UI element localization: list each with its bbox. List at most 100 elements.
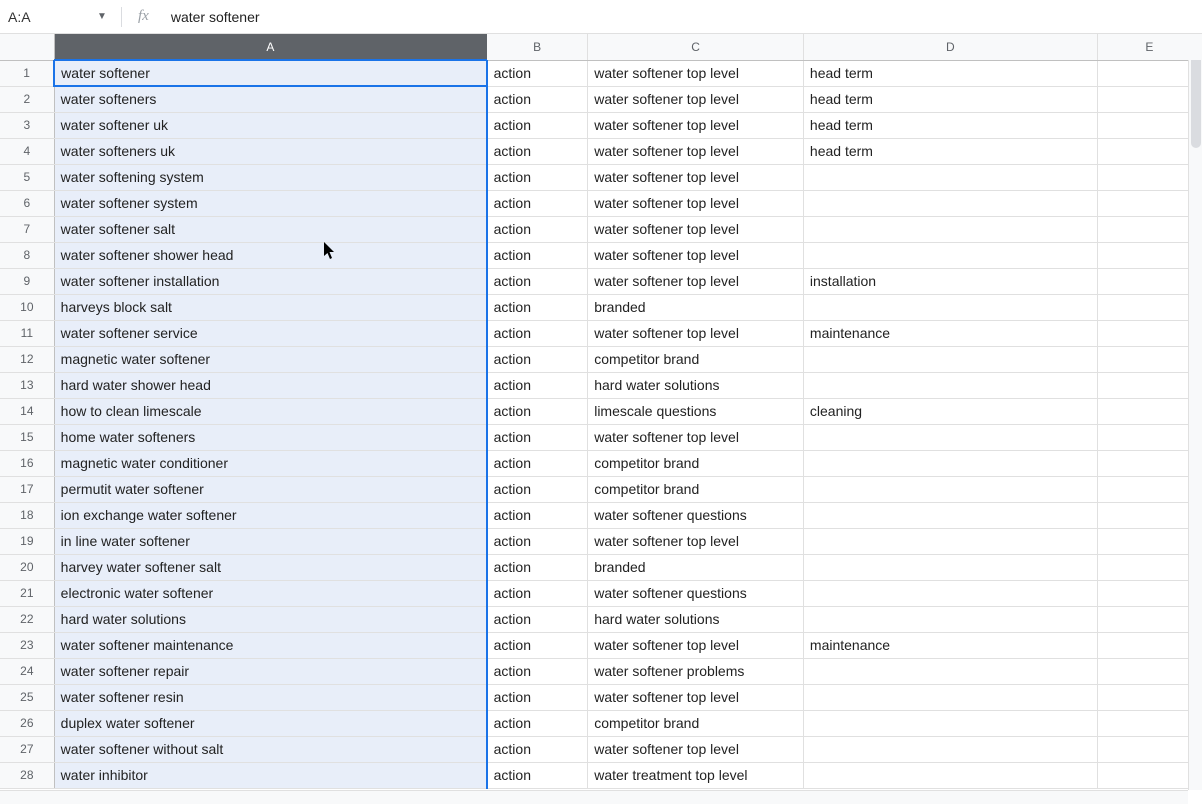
- row-header[interactable]: 16: [0, 450, 54, 476]
- cell[interactable]: [1097, 450, 1201, 476]
- cell[interactable]: action: [487, 190, 588, 216]
- cell[interactable]: limescale questions: [588, 398, 804, 424]
- cell[interactable]: [803, 684, 1097, 710]
- cell[interactable]: hard water solutions: [588, 372, 804, 398]
- cell[interactable]: water softener top level: [588, 684, 804, 710]
- name-box-dropdown-icon[interactable]: ▼: [95, 11, 115, 22]
- cell[interactable]: action: [487, 710, 588, 736]
- cell[interactable]: [803, 216, 1097, 242]
- cell[interactable]: water softener top level: [588, 164, 804, 190]
- row-header[interactable]: 9: [0, 268, 54, 294]
- cell[interactable]: water softener problems: [588, 658, 804, 684]
- cell[interactable]: competitor brand: [588, 450, 804, 476]
- cell[interactable]: water inhibitor: [54, 762, 486, 788]
- row-header[interactable]: 13: [0, 372, 54, 398]
- cell[interactable]: action: [487, 216, 588, 242]
- cell[interactable]: [1097, 216, 1201, 242]
- cell[interactable]: [1097, 112, 1201, 138]
- cell[interactable]: water softener questions: [588, 502, 804, 528]
- cell[interactable]: water softener top level: [588, 320, 804, 346]
- cell[interactable]: water softeners uk: [54, 138, 486, 164]
- cell[interactable]: in line water softener: [54, 528, 486, 554]
- cell[interactable]: action: [487, 762, 588, 788]
- cell[interactable]: [803, 450, 1097, 476]
- cell[interactable]: water softener system: [54, 190, 486, 216]
- cell[interactable]: duplex water softener: [54, 710, 486, 736]
- cell[interactable]: [803, 502, 1097, 528]
- column-header-B[interactable]: B: [487, 34, 588, 60]
- cell[interactable]: water softener salt: [54, 216, 486, 242]
- cell[interactable]: magnetic water conditioner: [54, 450, 486, 476]
- cell[interactable]: water softener service: [54, 320, 486, 346]
- cell[interactable]: [803, 424, 1097, 450]
- cell[interactable]: installation: [803, 268, 1097, 294]
- cell[interactable]: water softener questions: [588, 580, 804, 606]
- spreadsheet-grid[interactable]: A B C D E 1water softeneractionwater sof…: [0, 34, 1202, 804]
- select-all-corner[interactable]: [0, 34, 54, 60]
- cell[interactable]: action: [487, 528, 588, 554]
- cell[interactable]: [803, 606, 1097, 632]
- cell[interactable]: [1097, 294, 1201, 320]
- formula-bar-input[interactable]: water softener: [159, 9, 1202, 25]
- cell[interactable]: [1097, 554, 1201, 580]
- cell[interactable]: action: [487, 164, 588, 190]
- cell[interactable]: water softener without salt: [54, 736, 486, 762]
- cell[interactable]: home water softeners: [54, 424, 486, 450]
- column-header-E[interactable]: E: [1097, 34, 1201, 60]
- row-header[interactable]: 12: [0, 346, 54, 372]
- cell[interactable]: water softener: [54, 60, 486, 86]
- cell[interactable]: harvey water softener salt: [54, 554, 486, 580]
- cell[interactable]: water softener top level: [588, 632, 804, 658]
- cell[interactable]: water softener top level: [588, 736, 804, 762]
- cell[interactable]: water softener top level: [588, 190, 804, 216]
- cell[interactable]: [1097, 476, 1201, 502]
- cell[interactable]: water softener resin: [54, 684, 486, 710]
- cell[interactable]: head term: [803, 86, 1097, 112]
- cell[interactable]: hard water shower head: [54, 372, 486, 398]
- cell[interactable]: action: [487, 476, 588, 502]
- cell[interactable]: action: [487, 632, 588, 658]
- cell[interactable]: harveys block salt: [54, 294, 486, 320]
- cell[interactable]: action: [487, 242, 588, 268]
- row-header[interactable]: 11: [0, 320, 54, 346]
- cell[interactable]: water softener shower head: [54, 242, 486, 268]
- cell[interactable]: water softener top level: [588, 112, 804, 138]
- row-header[interactable]: 7: [0, 216, 54, 242]
- cell[interactable]: [1097, 658, 1201, 684]
- cell[interactable]: [1097, 372, 1201, 398]
- cell[interactable]: [1097, 164, 1201, 190]
- cell[interactable]: action: [487, 736, 588, 762]
- row-header[interactable]: 22: [0, 606, 54, 632]
- cell[interactable]: [1097, 346, 1201, 372]
- row-header[interactable]: 25: [0, 684, 54, 710]
- cell[interactable]: permutit water softener: [54, 476, 486, 502]
- cell[interactable]: action: [487, 346, 588, 372]
- cell[interactable]: [1097, 268, 1201, 294]
- cell[interactable]: action: [487, 60, 588, 86]
- cell[interactable]: water softener top level: [588, 216, 804, 242]
- cell[interactable]: water softeners: [54, 86, 486, 112]
- cell[interactable]: [803, 294, 1097, 320]
- cell[interactable]: action: [487, 658, 588, 684]
- cell[interactable]: action: [487, 398, 588, 424]
- cell[interactable]: water softener maintenance: [54, 632, 486, 658]
- cell[interactable]: action: [487, 372, 588, 398]
- cell[interactable]: action: [487, 112, 588, 138]
- horizontal-scrollbar[interactable]: [0, 790, 1188, 804]
- row-header[interactable]: 26: [0, 710, 54, 736]
- cell[interactable]: action: [487, 320, 588, 346]
- row-header[interactable]: 14: [0, 398, 54, 424]
- row-header[interactable]: 5: [0, 164, 54, 190]
- cell[interactable]: how to clean limescale: [54, 398, 486, 424]
- cell[interactable]: ion exchange water softener: [54, 502, 486, 528]
- cell[interactable]: [1097, 320, 1201, 346]
- column-header-D[interactable]: D: [803, 34, 1097, 60]
- row-header[interactable]: 15: [0, 424, 54, 450]
- cell[interactable]: cleaning: [803, 398, 1097, 424]
- cell[interactable]: branded: [588, 294, 804, 320]
- cell[interactable]: action: [487, 502, 588, 528]
- row-header[interactable]: 6: [0, 190, 54, 216]
- cell[interactable]: [1097, 528, 1201, 554]
- cell[interactable]: [803, 658, 1097, 684]
- cell[interactable]: [803, 476, 1097, 502]
